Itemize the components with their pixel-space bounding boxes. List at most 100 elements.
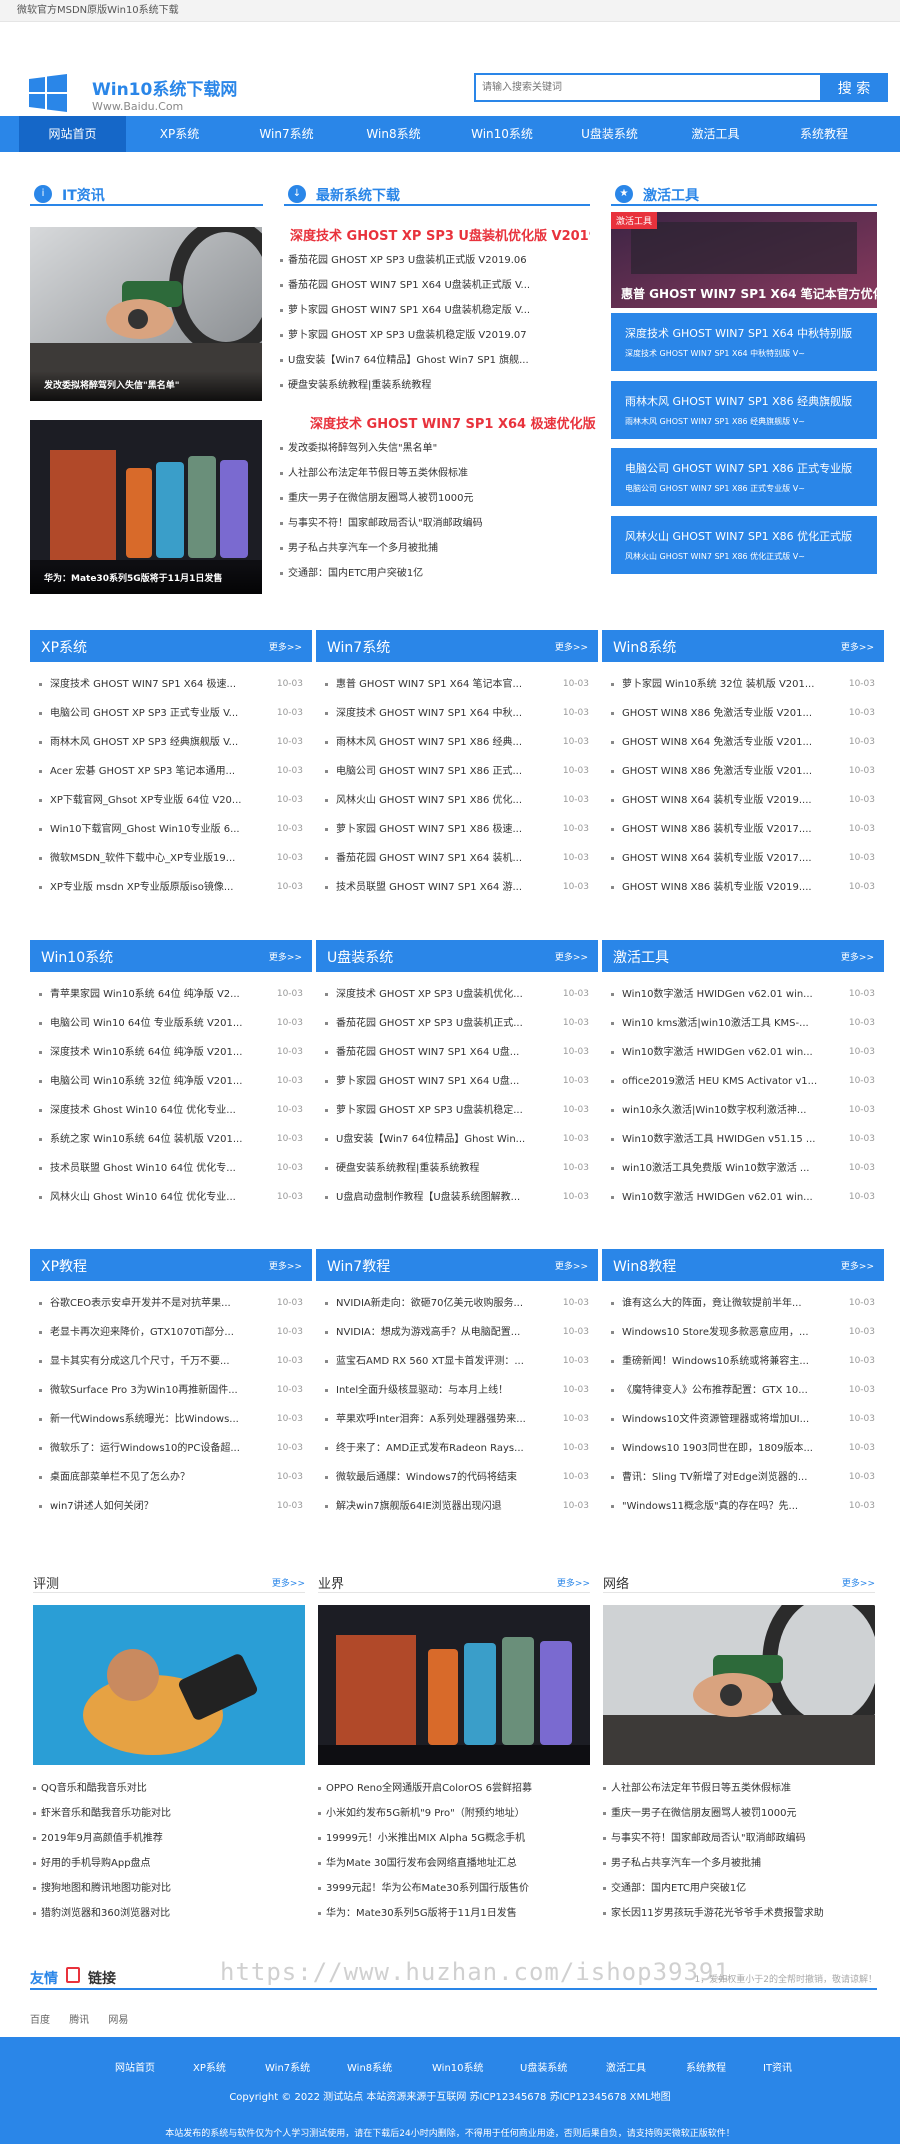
item-title[interactable]: 风林火山 Ghost Win10 64位 优化专业...: [50, 1183, 262, 1212]
item-title[interactable]: 桌面底部菜单栏不见了怎么办？: [50, 1463, 262, 1492]
item-title[interactable]: 深度技术 GHOST WIN7 SP1 X64 中秋...: [336, 699, 548, 728]
list-item[interactable]: 老显卡再次迎来降价，GTX1070Ti部分... 10-03: [30, 1318, 312, 1347]
list-item[interactable]: GHOST WIN8 X86 免激活专业版 V201... 10-03: [602, 699, 884, 728]
item-title[interactable]: GHOST WIN8 X86 免激活专业版 V201...: [622, 757, 834, 786]
list-item[interactable]: QQ音乐和酷我音乐对比: [31, 1776, 305, 1801]
item-title[interactable]: 萝卜家园 GHOST WIN7 SP1 X86 极速...: [336, 815, 548, 844]
list-item[interactable]: 微软最后通牒：Windows7的代码将结束 10-03: [316, 1463, 598, 1492]
windows-logo-icon[interactable]: [29, 74, 67, 112]
list-item[interactable]: 华为Mate 30国行发布会网络直播地址汇总: [316, 1851, 590, 1876]
item-title[interactable]: 深度技术 GHOST WIN7 SP1 X64 极速...: [50, 670, 262, 699]
list-item[interactable]: U盘安装【Win7 64位精品】Ghost Win7 SP1 旗舰...: [278, 348, 554, 373]
list-item[interactable]: GHOST WIN8 X86 装机专业版 V2017.... 10-03: [602, 815, 884, 844]
it-news-image-1[interactable]: 发改委拟将醉驾列入失信"黑名单": [30, 227, 262, 401]
box-title[interactable]: U盘装系统: [327, 947, 393, 967]
list-item[interactable]: 好用的手机导购App盘点: [31, 1851, 305, 1876]
item-title[interactable]: 苹果欢呼Inter泪奔：A系列处理器强势来...: [336, 1405, 548, 1434]
item-title[interactable]: GHOST WIN8 X64 免激活专业版 V201...: [622, 728, 834, 757]
list-item[interactable]: 番茄花园 GHOST WIN7 SP1 X64 U盘装机正式版 V...: [278, 273, 554, 298]
box-title[interactable]: Win7系统: [327, 637, 390, 657]
list-item[interactable]: 番茄花园 GHOST XP SP3 U盘装机正式... 10-03: [316, 1009, 598, 1038]
more-link[interactable]: 更多>>: [557, 1576, 590, 1589]
list-item[interactable]: 谁有这么大的阵面，竟让微软提前半年... 10-03: [602, 1289, 884, 1318]
list-item[interactable]: 重磅新闻！Windows10系统或将兼容主... 10-03: [602, 1347, 884, 1376]
list-item[interactable]: 深度技术 GHOST WIN7 SP1 X64 极速... 10-03: [30, 670, 312, 699]
list-item[interactable]: 虾米音乐和酷我音乐功能对比: [31, 1801, 305, 1826]
footer-link-xp[interactable]: XP系统: [193, 2059, 226, 2074]
friend-link-baidu[interactable]: 百度: [30, 2015, 50, 2026]
footer-link-win7[interactable]: Win7系统: [265, 2059, 310, 2074]
list-item[interactable]: 与事实不符！国家邮政局否认"取消邮政编码: [278, 511, 554, 536]
list-item[interactable]: 萝卜家园 GHOST WIN7 SP1 X86 极速... 10-03: [316, 815, 598, 844]
item-title[interactable]: 雨林木风 GHOST WIN7 SP1 X86 经典...: [336, 728, 548, 757]
list-item[interactable]: Acer 宏碁 GHOST XP SP3 笔记本通用... 10-03: [30, 757, 312, 786]
box-title[interactable]: Win10系统: [41, 947, 113, 967]
friend-link-netease[interactable]: 网易: [108, 2015, 128, 2026]
list-item[interactable]: 19999元！小米推出MIX Alpha 5G概念手机: [316, 1826, 590, 1851]
list-item[interactable]: 青苹果家园 Win10系统 64位 纯净版 V2... 10-03: [30, 980, 312, 1009]
item-title[interactable]: Windows10 Store发现多款恶意应用，...: [622, 1318, 834, 1347]
item-title[interactable]: 技术员联盟 Ghost Win10 64位 优化专...: [50, 1154, 262, 1183]
item-title[interactable]: Intel全面升级核显驱动：与本月上线！: [336, 1376, 548, 1405]
friend-link-tencent[interactable]: 腾讯: [69, 2015, 89, 2026]
list-item[interactable]: 与事实不符！国家邮政局否认"取消邮政编码: [601, 1826, 875, 1851]
item-title[interactable]: 谁有这么大的阵面，竟让微软提前半年...: [622, 1289, 834, 1318]
list-item[interactable]: GHOST WIN8 X64 装机专业版 V2017.... 10-03: [602, 844, 884, 873]
list-item[interactable]: 番茄花园 GHOST WIN7 SP1 X64 装机... 10-03: [316, 844, 598, 873]
item-title[interactable]: 惠普 GHOST WIN7 SP1 X64 笔记本官...: [336, 670, 548, 699]
list-item[interactable]: 家长因11岁男孩玩手游花光爷爷手术费报警求助: [601, 1901, 875, 1926]
list-item[interactable]: 技术员联盟 Ghost Win10 64位 优化专... 10-03: [30, 1154, 312, 1183]
item-title[interactable]: NVIDIA：想成为游戏高手？从电脑配置...: [336, 1318, 548, 1347]
latest-headline-1[interactable]: 深度技术 GHOST XP SP3 U盘装机优化版 V2019.0: [290, 225, 590, 244]
list-item[interactable]: Windows10 Store发现多款恶意应用，... 10-03: [602, 1318, 884, 1347]
list-item[interactable]: 硬盘安装系统教程|重装系统教程 10-03: [316, 1154, 598, 1183]
nav-item-tutorial[interactable]: 系统教程: [769, 116, 879, 152]
list-item[interactable]: 人社部公布法定年节假日等五类休假标准: [278, 461, 554, 486]
list-item[interactable]: GHOST WIN8 X86 装机专业版 V2019.... 10-03: [602, 873, 884, 902]
item-title[interactable]: 深度技术 GHOST XP SP3 U盘装机优化...: [336, 980, 548, 1009]
list-item[interactable]: 蓝宝石AMD RX 560 XT显卡首发评测：... 10-03: [316, 1347, 598, 1376]
list-item[interactable]: 显卡其实有分成这几个尺寸，千万不要... 10-03: [30, 1347, 312, 1376]
list-item[interactable]: 交通部：国内ETC用户突破1亿: [601, 1876, 875, 1901]
item-title[interactable]: Acer 宏碁 GHOST XP SP3 笔记本通用...: [50, 757, 262, 786]
list-item[interactable]: 新一代Windows系统曝光：比Windows... 10-03: [30, 1405, 312, 1434]
item-title[interactable]: Win10数字激活 HWIDGen v62.01 win...: [622, 1038, 834, 1067]
item-title[interactable]: 终于来了：AMD正式发布Radeon Rays...: [336, 1434, 548, 1463]
list-item[interactable]: 2019年9月高颜值手机推荐: [31, 1826, 305, 1851]
list-item[interactable]: Windows10文件资源管理器或将增加UI... 10-03: [602, 1405, 884, 1434]
list-item[interactable]: U盘启动盘制作教程【U盘装系统图解教... 10-03: [316, 1183, 598, 1212]
more-link[interactable]: 更多>>: [555, 640, 588, 653]
list-item[interactable]: 发改委拟将醉驾列入失信"黑名单": [278, 436, 554, 461]
item-title[interactable]: 雨林木风 GHOST XP SP3 经典旗舰版 V...: [50, 728, 262, 757]
item-title[interactable]: 解决win7旗舰版64IE浏览器出现闪退: [336, 1492, 548, 1521]
box-title[interactable]: XP系统: [41, 637, 87, 657]
list-item[interactable]: 男子私占共享汽车一个多月被批捕: [601, 1851, 875, 1876]
item-title[interactable]: Windows10文件资源管理器或将增加UI...: [622, 1405, 834, 1434]
list-item[interactable]: 苹果欢呼Inter泪奔：A系列处理器强势来... 10-03: [316, 1405, 598, 1434]
item-title[interactable]: 电脑公司 GHOST WIN7 SP1 X86 正式...: [336, 757, 548, 786]
nav-item-win7[interactable]: Win7系统: [233, 116, 340, 152]
list-item[interactable]: 雨林木风 GHOST XP SP3 经典旗舰版 V... 10-03: [30, 728, 312, 757]
list-item[interactable]: 番茄花园 GHOST WIN7 SP1 X64 U盘... 10-03: [316, 1038, 598, 1067]
list-item[interactable]: 深度技术 GHOST XP SP3 U盘装机优化... 10-03: [316, 980, 598, 1009]
item-title[interactable]: 硬盘安装系统教程|重装系统教程: [336, 1154, 548, 1183]
item-title[interactable]: 《魔特律变人》公布推荐配置：GTX 10...: [622, 1376, 834, 1405]
list-item[interactable]: office2019激活 HEU KMS Activator v1... 10-0…: [602, 1067, 884, 1096]
list-item[interactable]: 萝卜家园 GHOST WIN7 SP1 X64 U盘... 10-03: [316, 1067, 598, 1096]
bottom-photo[interactable]: [603, 1605, 875, 1765]
box-title[interactable]: XP教程: [41, 1256, 87, 1276]
list-item[interactable]: "Windows11概念版"真的存在吗？先... 10-03: [602, 1492, 884, 1521]
bottom-photo[interactable]: [318, 1605, 590, 1765]
list-item[interactable]: NVIDIA新走向：欲砸70亿美元收购服务... 10-03: [316, 1289, 598, 1318]
list-item[interactable]: 《魔特律变人》公布推荐配置：GTX 10... 10-03: [602, 1376, 884, 1405]
footer-link-tutorial[interactable]: 系统教程: [686, 2059, 726, 2074]
item-title[interactable]: 微软乐了：运行Windows10的PC设备超...: [50, 1434, 262, 1463]
item-title[interactable]: Win10数字激活工具 HWIDGen v51.15 ...: [622, 1125, 834, 1154]
item-title[interactable]: 技术员联盟 GHOST WIN7 SP1 X64 游...: [336, 873, 548, 902]
list-item[interactable]: 风林火山 GHOST WIN7 SP1 X86 优化... 10-03: [316, 786, 598, 815]
item-title[interactable]: 微软最后通牒：Windows7的代码将结束: [336, 1463, 548, 1492]
list-item[interactable]: 萝卜家园 GHOST XP SP3 U盘装机稳定版 V2019.07: [278, 323, 554, 348]
search-input[interactable]: [476, 75, 776, 100]
item-title[interactable]: 微软Surface Pro 3为Win10再推新固件...: [50, 1376, 262, 1405]
list-item[interactable]: win7讲述人如何关闭？ 10-03: [30, 1492, 312, 1521]
